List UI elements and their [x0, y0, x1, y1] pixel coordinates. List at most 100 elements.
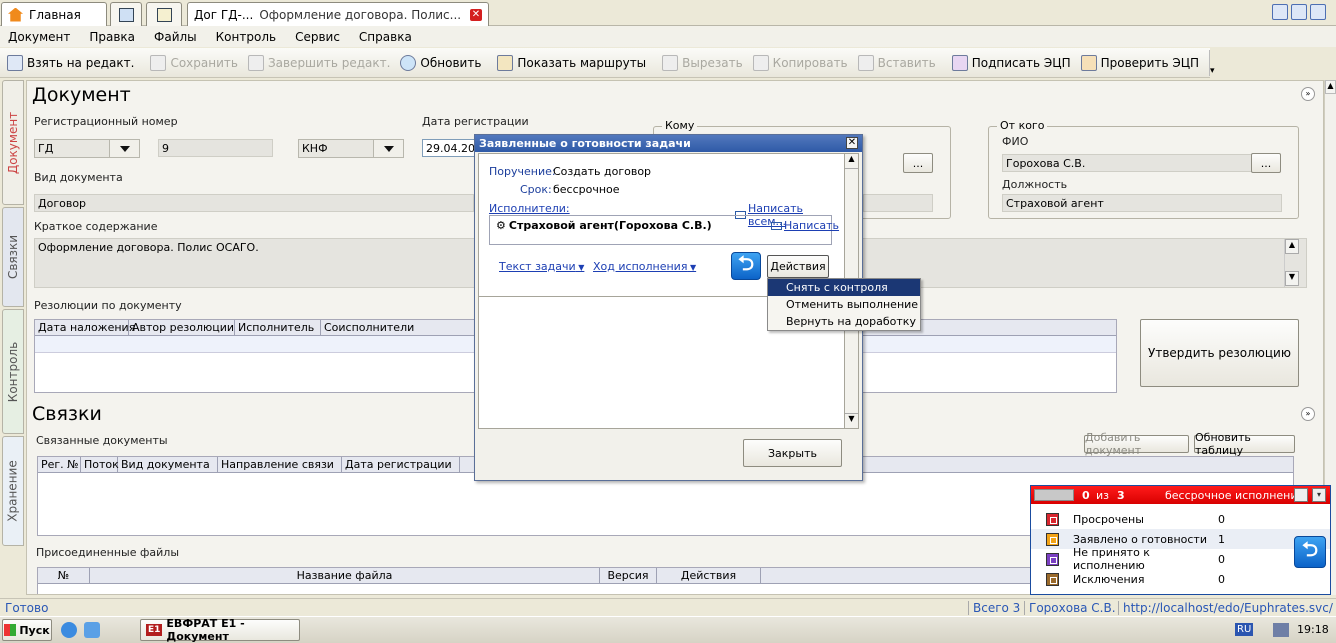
actions-button[interactable]: Действия — [767, 255, 829, 278]
close-icon[interactable]: ✕ — [846, 137, 858, 149]
pin-icon[interactable] — [1294, 488, 1308, 502]
collapse-document-icon[interactable]: » — [1301, 87, 1315, 101]
add-document-button[interactable]: Добавить документ — [1084, 431, 1189, 457]
cut-label: Вырезать — [682, 55, 743, 70]
ready-value: 1 — [1218, 532, 1225, 546]
list-item[interactable]: Исключения 0 — [1031, 569, 1330, 589]
exceptions-icon — [1046, 572, 1059, 586]
show-routes-label: Показать маршруты — [517, 55, 647, 70]
taskbar-app-button[interactable]: E1 ЕВФРАТ Е1 - Документ — [140, 617, 300, 643]
reg-date-field[interactable]: 29.04.20 — [422, 139, 482, 157]
menu-item-cancel-execution[interactable]: Отменить выполнение — [768, 296, 920, 313]
restore-icon[interactable] — [1291, 4, 1307, 20]
tab-close-icon[interactable]: ✕ — [470, 8, 482, 21]
cut-button[interactable]: Вырезать — [658, 50, 747, 76]
progress-indicator — [1034, 489, 1074, 501]
summary-scrollbar[interactable]: ▲ ▼ — [1284, 239, 1299, 287]
scroll-up-icon[interactable]: ▲ — [1285, 239, 1299, 254]
col-executor[interactable]: Исполнитель — [235, 320, 321, 335]
position-field[interactable]: Страховой агент — [1002, 194, 1282, 212]
scroll-up-icon[interactable]: ▲ — [845, 154, 858, 169]
menu-service[interactable]: Сервис — [295, 30, 340, 44]
fio-select-button[interactable]: ... — [1251, 153, 1281, 173]
edit-icon — [7, 54, 23, 71]
start-button[interactable]: Пуск — [2, 619, 52, 641]
progress-link[interactable]: Ход исполнения ▼ — [593, 260, 696, 273]
menu-item-return-rework[interactable]: Вернуть на доработку — [768, 313, 920, 330]
chevron-down-icon[interactable] — [373, 140, 403, 157]
reg-number-field[interactable]: 9 — [158, 139, 273, 157]
side-tab-storage[interactable]: Хранение — [2, 436, 24, 546]
list-item[interactable]: Не принято к исполнению 0 — [1031, 546, 1330, 572]
write-link[interactable]: Написать — [771, 219, 839, 232]
list-item[interactable]: Просрочены 0 — [1031, 509, 1330, 529]
quicklaunch-icon[interactable] — [84, 622, 100, 638]
route-arrow-button[interactable]: ⮌ — [731, 251, 761, 280]
reg-suffix-select[interactable]: КНФ — [298, 139, 404, 158]
col-reg-no[interactable]: Рег. № — [38, 457, 81, 472]
col-file-no[interactable]: № — [38, 568, 90, 583]
scroll-up-icon[interactable]: ▲ — [1325, 80, 1336, 94]
executors-label[interactable]: Исполнители: — [489, 202, 570, 215]
menu-edit[interactable]: Правка — [89, 30, 135, 44]
ie-icon[interactable] — [61, 622, 77, 638]
col-author[interactable]: Автор резолюции — [129, 320, 235, 335]
col-link-direction[interactable]: Направление связи — [218, 457, 342, 472]
sign-button[interactable]: Подписать ЭЦП — [948, 50, 1075, 76]
doc-type-field[interactable]: Договор — [34, 194, 474, 212]
language-indicator[interactable]: RU — [1235, 623, 1254, 636]
menu-help[interactable]: Справка — [359, 30, 412, 44]
fio-field[interactable]: Горохова С.В. — [1002, 154, 1252, 172]
executors-list[interactable]: ⚙ Страховой агент(Горохова С.В.) Написать — [489, 215, 839, 245]
col-file-version[interactable]: Версия — [600, 568, 657, 583]
fio-label: ФИО — [1002, 135, 1029, 148]
col-reg-date[interactable]: Дата регистрации — [342, 457, 460, 472]
menu-item-remove-control[interactable]: Снять с контроля — [768, 279, 920, 296]
side-tab-document[interactable]: Документ — [2, 80, 24, 205]
sign-label: Подписать ЭЦП — [971, 55, 1071, 70]
copy-button[interactable]: Копировать — [749, 50, 852, 76]
network-icon[interactable] — [1273, 623, 1289, 637]
notify-route-button[interactable]: ⮌ — [1294, 536, 1326, 568]
verify-sign-button[interactable]: Проверить ЭЦП — [1077, 50, 1203, 76]
minimize-icon[interactable] — [1272, 4, 1288, 20]
col-file-actions[interactable]: Действия — [657, 568, 761, 583]
collapse-icon[interactable]: ▾ — [1312, 488, 1326, 502]
side-tab-links[interactable]: Связки — [2, 207, 24, 307]
paste-button[interactable]: Вставить — [854, 50, 940, 76]
take-edit-button[interactable]: Взять на редакт. — [3, 50, 138, 76]
menu-control[interactable]: Контроль — [216, 30, 276, 44]
side-tab-control[interactable]: Контроль — [2, 309, 24, 434]
show-routes-button[interactable]: Показать маршруты — [493, 50, 650, 76]
close-dialog-button[interactable]: Закрыть — [743, 439, 842, 467]
save-button[interactable]: Сохранить — [146, 50, 242, 76]
finish-edit-button[interactable]: Завершить редакт. — [244, 50, 394, 76]
refresh-table-button[interactable]: Обновить таблицу — [1194, 431, 1295, 457]
ready-label: Заявлено о готовности — [1073, 532, 1207, 546]
task-text-link[interactable]: Текст задачи ▼ — [499, 260, 584, 273]
scroll-down-icon[interactable]: ▼ — [1285, 271, 1299, 286]
col-flow[interactable]: Поток — [81, 457, 119, 472]
tab-search[interactable] — [110, 2, 142, 26]
tab-document[interactable]: Дог ГД-... Оформление договора. Полис...… — [187, 2, 489, 26]
tab-home[interactable]: Главная — [1, 2, 107, 26]
to-position-field[interactable] — [863, 194, 933, 212]
toolbar-overflow-icon[interactable]: ▾ — [1209, 49, 1215, 76]
close-window-icon[interactable] — [1310, 4, 1326, 20]
col-file-name[interactable]: Название файла — [90, 568, 600, 583]
tab-documents[interactable] — [146, 2, 182, 26]
menu-document[interactable]: Документ — [8, 30, 70, 44]
menu-files[interactable]: Файлы — [154, 30, 197, 44]
col-date[interactable]: Дата наложения — [35, 320, 135, 335]
reg-prefix-select[interactable]: ГД — [34, 139, 140, 158]
add-document-label: Добавить документ — [1085, 431, 1142, 457]
list-item[interactable]: ⚙ Страховой агент(Горохова С.В.) — [496, 219, 712, 232]
collapse-links-icon[interactable]: » — [1301, 407, 1315, 421]
scroll-down-icon[interactable]: ▼ — [845, 413, 858, 428]
refresh-button[interactable]: Обновить — [396, 50, 485, 76]
approve-resolution-button[interactable]: Утвердить резолюцию — [1140, 319, 1299, 387]
col-doc-type[interactable]: Вид документа — [118, 457, 218, 472]
chevron-down-icon[interactable] — [109, 140, 139, 157]
to-select-button[interactable]: ... — [903, 153, 933, 173]
not-accepted-icon — [1046, 552, 1059, 566]
